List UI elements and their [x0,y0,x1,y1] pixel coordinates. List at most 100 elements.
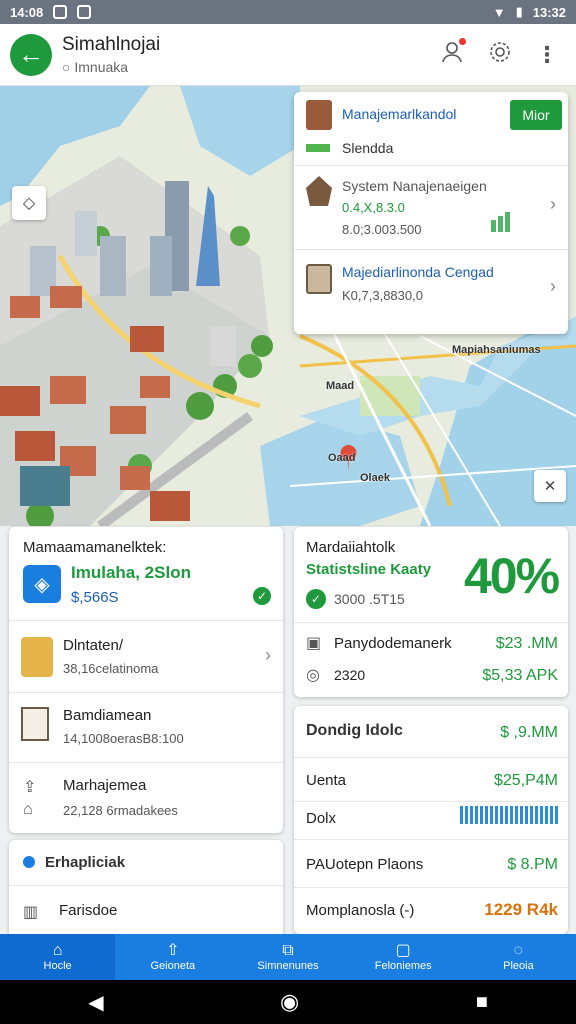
app-bar: ← Simahlnojai ○ Imnuaka ⋮ [0,24,576,86]
details-row[interactable]: Uenta $25,P4M [294,758,568,802]
nav-item-home[interactable]: ⌂ Hocle [0,934,116,980]
back-triangle-icon[interactable]: ◀ [88,990,103,1015]
overlay-action-button[interactable]: Mior [510,100,562,130]
list-item[interactable]: Dlntaten/ 38,16celatinoma › [9,621,283,693]
status-bar: 14:08 ▼ ▮ 13:32 [0,0,576,24]
card-highlight: Imulaha, 2Slon [71,563,191,582]
upload-icon: ⇧ [166,942,180,959]
list-item-sub: 22,128 6rmadakees [63,803,178,818]
home-circle-icon[interactable]: ◉ [280,989,299,1015]
card-title: Dondig Idolc [306,722,403,739]
nav-label: Pleoia [503,960,534,972]
details-row-value: 1229 R4k [484,900,558,919]
user-icon[interactable] [440,37,466,70]
card-title: Erhapliciak [45,854,126,871]
overlay-row[interactable]: System Nanajenaeigen 0.4,X,8.3.0 8.0;3.0… [294,166,568,250]
notification-icon [53,5,68,19]
chevron-right-icon: › [550,194,556,214]
details-row-label: Uenta [306,772,347,789]
map-overlay-card: Manajemarlkandol Mior Slendda System Nan… [294,92,568,334]
overlay-row[interactable]: Majediarlinonda Cengad K0,7,3,8830,0 › [294,250,568,334]
map-compass-button[interactable]: ✕ [534,470,566,502]
status-time-left: 14:08 [10,4,44,20]
inbox-icon: ▢ [395,942,411,959]
card-value: $,566S [71,589,119,606]
battery-icon: ▮ [515,4,523,19]
stats-row-value: $5,33 APK [482,667,558,684]
list-item[interactable]: Bamdiamean 14,1008oerasB8:100 [9,693,283,763]
details-row[interactable]: Momplanosla (-) 1229 R4k [294,888,568,934]
nav-label: Feloniemes [374,960,432,972]
notification-icon [77,5,92,19]
page-title: Simahlnojai [62,34,161,55]
document-icon [21,707,49,741]
shield-icon: ◎ [306,667,320,684]
stats-row[interactable]: ▣ Panydodemanerk $23 .MM [294,625,568,661]
details-row[interactable]: PAUotepn Plaons $ 8.PM [294,840,568,888]
details-row-label: Momplanosla (-) [306,902,415,919]
back-arrow-icon[interactable]: ← [10,33,52,76]
page-subtitle: ○ Imnuaka [62,59,129,75]
list-item[interactable]: ⇪ Marhajemea ⌂ 22,128 6rmadakees [9,763,283,833]
more-vert-icon[interactable]: ⋮ [536,42,558,68]
details-row-label: Dolx [306,810,337,827]
details-row[interactable]: Dolx [294,802,568,840]
summary-header[interactable]: Mamaamamanelktek: ◈ Imulaha, 2Slon $,566… [9,527,283,621]
info-dot-icon [23,856,35,868]
stats-row-label: Panydodemanerk [334,635,452,652]
details-row-value: $25,P4M [493,772,558,789]
details-header[interactable]: Dondig Idolc $ ,9.MM [294,706,568,758]
check-icon: ✓ [253,587,271,605]
list-item-sub: 14,1008oerasB8:100 [63,731,184,746]
circle-icon: ◌ [513,942,524,959]
list-item-title: Marhajemea [63,777,147,794]
percent-value: 40% [464,548,560,604]
bottom-navigation: ⌂ Hocle ⇧ Geioneta ⧉ Simnenunes ▢ Feloni… [0,934,576,980]
stat-value: 3000 .5T15 [334,591,405,607]
upload-icon: ⇪ [23,779,37,796]
nav-label: Hocle [43,960,72,972]
food-thumbnail-icon [21,637,53,677]
list-item-title: Farisdoe [59,902,118,919]
page-subtitle-text: Imnuaka [74,59,129,75]
overlay-row[interactable]: Manajemarlkandol Mior Slendda [294,92,568,166]
overlay-row-sub: K0,7,3,8830,0 [342,288,423,303]
summary-card: Mamaamamanelktek: ◈ Imulaha, 2Slon $,566… [9,527,283,833]
secondary-header[interactable]: Erhapliciak [9,840,283,886]
building-thumbnail-icon [306,100,332,130]
stats-row[interactable]: ◎ 2320 $5,33 APK [294,661,568,697]
chevron-right-icon: › [265,645,271,665]
stats-row-value: $23 .MM [495,635,558,652]
wifi-icon: ▼ [492,4,506,20]
nav-item-geioneta[interactable]: ⇧ Geioneta [115,934,230,980]
status-time-right: 13:32 [532,4,566,20]
lock-icon: ▣ [306,635,322,652]
puzzle-icon: ⧉ [282,942,294,959]
map-label: Maad [326,380,355,392]
nav-item-simnenunes[interactable]: ⧉ Simnenunes [230,934,345,980]
barcode-chart-icon [460,806,558,824]
recents-square-icon[interactable]: ■ [476,991,488,1014]
overlay-row-value: 0.4,X,8.3.0 [342,200,405,215]
map-label: Olaek [360,472,390,484]
building-icon: ▥ [23,904,39,921]
card-title-value: $ ,9.MM [500,724,558,741]
nav-label: Simnenunes [257,960,319,972]
overlay-row-sub: 8.0;3.003.500 [342,222,422,237]
map-layers-button[interactable]: ◇ [12,186,46,220]
overlay-row-title: Manajemarlkandol [342,106,457,122]
diamond-icon: ◈ [23,565,61,603]
nav-item-feloniemes[interactable]: ▢ Feloniemes [346,934,461,980]
list-item-sub: 38,16celatinoma [63,661,159,676]
stats-card: Mardaiiahtolk Statistsline Kaaty 40% ✓ 3… [294,527,568,697]
card-title: Mamaamamanelktek: [23,539,167,556]
secondary-card: Erhapliciak ▥ Farisdoe [9,840,283,940]
stats-header[interactable]: Mardaiiahtolk Statistsline Kaaty 40% ✓ 3… [294,527,568,623]
nav-item-pleoia[interactable]: ◌ Pleoia [461,934,576,980]
settings-gear-icon[interactable] [488,40,512,70]
overlay-row-status: Slendda [342,140,394,156]
list-item-title: Bamdiamean [63,707,152,724]
details-row-label: PAUotepn Plaons [306,856,424,873]
card-title: Mardaiiahtolk [306,539,396,556]
list-item[interactable]: ▥ Farisdoe [9,886,283,940]
